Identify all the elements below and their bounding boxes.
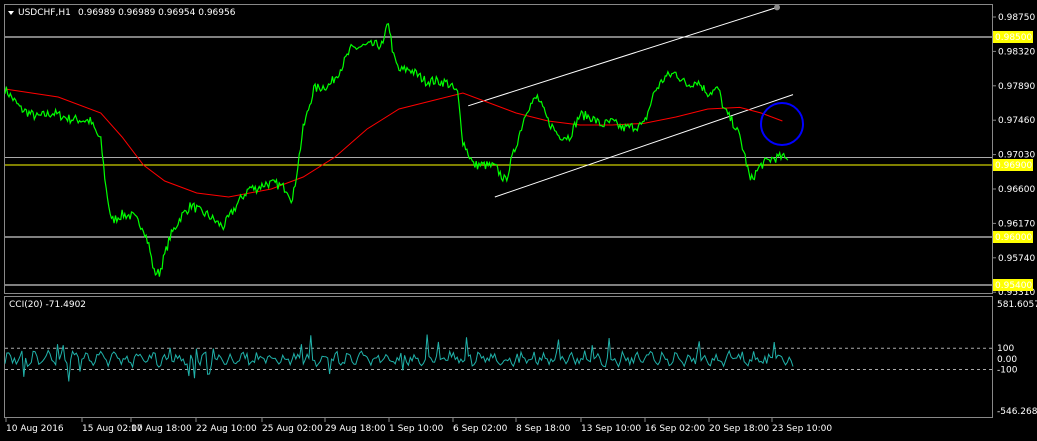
cci-tick-label: 100 <box>997 344 1014 354</box>
price-tick-label: 0.98750 <box>998 13 1035 23</box>
chart-ohlc: 0.96989 0.96989 0.96954 0.96956 <box>78 8 236 18</box>
time-tick-label: 1 Sep 10:00 <box>389 424 444 434</box>
time-tick-label: 6 Sep 02:00 <box>453 424 508 434</box>
chart-window[interactable]: 0.987500.983200.978900.974600.970300.966… <box>0 0 1037 441</box>
time-tick-label: 25 Aug 02:00 <box>262 424 323 434</box>
cci-tick-label: -546.2687 <box>997 407 1037 417</box>
price-tick-label: 0.97890 <box>998 82 1035 92</box>
cci-panel-frame <box>4 296 993 418</box>
time-tick-label: 22 Aug 10:00 <box>196 424 257 434</box>
time-tick-label: 23 Sep 10:00 <box>772 424 832 434</box>
price-tick-label: 0.96600 <box>998 185 1035 195</box>
level-price-tag-label: 0.95400 <box>995 281 1032 291</box>
time-tick-label: 16 Sep 02:00 <box>645 424 705 434</box>
price-tick-label: 0.97460 <box>998 116 1035 126</box>
cci-label: CCI(20) -71.4902 <box>9 300 86 310</box>
price-tick-label: 0.95740 <box>998 254 1035 264</box>
cci-tick-label: 0.00 <box>997 355 1017 365</box>
time-tick-label: 29 Aug 18:00 <box>325 424 386 434</box>
chart-symbol: USDCHF,H1 <box>18 8 71 18</box>
channel-anchor-icon[interactable] <box>774 4 781 11</box>
time-tick-label: 8 Sep 18:00 <box>516 424 571 434</box>
marker-circle <box>760 102 804 146</box>
price-tick-label: 0.98320 <box>998 47 1035 57</box>
channel-upper-line[interactable] <box>468 6 778 107</box>
symbol-menu-triangle-icon[interactable] <box>8 11 14 15</box>
level-price-tag-label: 0.96900 <box>995 161 1032 171</box>
cci-tick-label: 581.6057 <box>997 300 1037 310</box>
time-tick-label: 10 Aug 2016 <box>6 424 64 434</box>
cci-line <box>4 334 794 382</box>
level-price-tag-label: 0.98500 <box>995 33 1032 43</box>
price-line <box>4 23 789 277</box>
price-panel-frame <box>4 4 993 294</box>
price-tick-label: 0.96170 <box>998 219 1035 229</box>
moving-average-line <box>4 88 783 198</box>
time-tick-label: 17 Aug 18:00 <box>131 424 192 434</box>
level-price-tag-label: 0.96000 <box>995 233 1032 243</box>
time-tick-label: 20 Sep 18:00 <box>709 424 769 434</box>
cci-tick-label: -100 <box>997 366 1018 376</box>
time-tick-label: 13 Sep 10:00 <box>581 424 641 434</box>
